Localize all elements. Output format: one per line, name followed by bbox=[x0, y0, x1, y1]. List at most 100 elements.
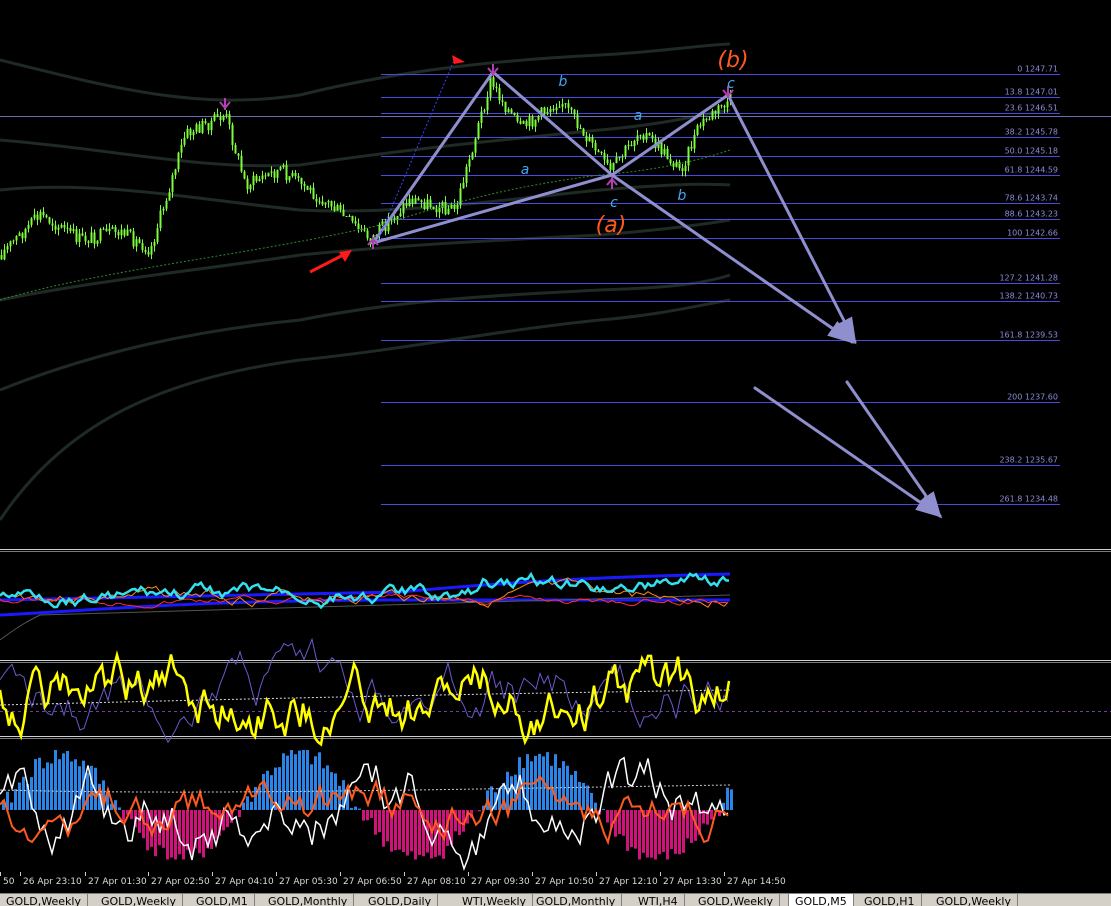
candle-body bbox=[292, 173, 294, 176]
histo-bar bbox=[250, 802, 253, 810]
candle-body bbox=[601, 152, 603, 153]
candle-body bbox=[316, 199, 318, 202]
candle-body bbox=[301, 178, 303, 184]
candle-body bbox=[712, 111, 714, 120]
candle-body bbox=[661, 142, 663, 154]
candle-body bbox=[25, 229, 27, 238]
tab-2[interactable]: GOLD,M1 bbox=[190, 894, 255, 906]
tab-5[interactable]: WTI,Weekly bbox=[456, 894, 533, 906]
histo-bar bbox=[622, 810, 625, 836]
candle-body bbox=[193, 132, 195, 135]
candle-body bbox=[238, 154, 240, 156]
red-flag bbox=[452, 55, 465, 64]
candle-body bbox=[442, 202, 444, 208]
candle-body bbox=[394, 218, 396, 220]
candle-body bbox=[181, 145, 183, 153]
histo-bar bbox=[178, 810, 181, 854]
candle-body bbox=[247, 179, 249, 190]
candle-body bbox=[250, 185, 252, 189]
tab-11[interactable]: GOLD,Weekly bbox=[930, 894, 1018, 906]
candle-body bbox=[421, 200, 423, 202]
histo-bar bbox=[282, 753, 285, 810]
candle-body bbox=[499, 88, 501, 100]
histo-bar bbox=[38, 758, 41, 810]
candle-body bbox=[697, 125, 699, 134]
candle-body bbox=[190, 129, 192, 135]
candle-body bbox=[265, 175, 267, 176]
candle-body bbox=[196, 124, 198, 131]
candle-body bbox=[553, 109, 555, 110]
candle-body bbox=[136, 239, 138, 246]
candle-body bbox=[481, 112, 483, 123]
histo-bar bbox=[382, 810, 385, 847]
candle-body bbox=[451, 205, 453, 209]
tab-1[interactable]: GOLD,Weekly bbox=[95, 894, 183, 906]
chart-area[interactable]: 0 1247.7113.8 1247.0123.6 1246.5138.2 12… bbox=[0, 0, 1111, 905]
tab-8[interactable]: GOLD,Weekly bbox=[692, 894, 780, 906]
candle-body bbox=[493, 77, 495, 87]
histo-bar bbox=[538, 754, 541, 810]
histo-bar bbox=[46, 762, 49, 810]
candle-body bbox=[409, 199, 411, 206]
candle-body bbox=[586, 136, 588, 141]
fib-label-14: 261.8 1234.48 bbox=[999, 495, 1058, 504]
tab-7[interactable]: WTI,H4 bbox=[632, 894, 685, 906]
pane1-mid-band bbox=[0, 595, 730, 640]
candle-body bbox=[175, 169, 177, 175]
candle-body bbox=[574, 109, 576, 114]
fib-label-3: 38.2 1245.78 bbox=[1005, 128, 1058, 137]
band-0 bbox=[0, 44, 730, 100]
candle-body bbox=[505, 102, 507, 112]
histo-bar bbox=[374, 810, 377, 835]
x-tick-label-2: 27 Apr 01:30 bbox=[88, 877, 147, 887]
histo-bar bbox=[62, 753, 65, 810]
candle-body bbox=[151, 246, 153, 255]
candle-body bbox=[709, 119, 711, 120]
candle-body bbox=[133, 231, 135, 246]
candle-body bbox=[403, 204, 405, 214]
candle-body bbox=[157, 228, 159, 242]
candle-body bbox=[130, 230, 132, 232]
candle-body bbox=[358, 224, 360, 229]
candle-body bbox=[79, 233, 81, 242]
candle-body bbox=[664, 149, 666, 155]
tab-4[interactable]: GOLD,Daily bbox=[362, 894, 438, 906]
candle-body bbox=[16, 236, 18, 241]
histo-bar bbox=[122, 810, 125, 821]
candle-body bbox=[91, 232, 93, 242]
candle-body bbox=[589, 137, 591, 141]
tab-6[interactable]: GOLD,Monthly bbox=[530, 894, 622, 906]
tab-10[interactable]: GOLD,H1 bbox=[858, 894, 922, 906]
candle-body bbox=[613, 163, 615, 170]
candle-body bbox=[595, 143, 597, 151]
candle-body bbox=[598, 150, 600, 151]
histo-bar bbox=[546, 752, 549, 810]
candle-body bbox=[514, 113, 516, 115]
candle-body bbox=[82, 233, 84, 235]
candle-body bbox=[577, 114, 579, 128]
candle-body bbox=[88, 241, 90, 243]
candle-body bbox=[469, 159, 471, 166]
fib-label-2: 23.6 1246.51 bbox=[1005, 104, 1058, 113]
candle-body bbox=[109, 229, 111, 231]
candle-body bbox=[397, 216, 399, 219]
candle-body bbox=[604, 153, 606, 159]
histo-bar bbox=[414, 810, 417, 860]
candle-body bbox=[208, 123, 210, 130]
histo-bar bbox=[22, 777, 25, 810]
histo-bar bbox=[402, 810, 405, 852]
candle-body bbox=[616, 157, 618, 163]
histo-bar bbox=[410, 810, 413, 851]
candle-body bbox=[334, 207, 336, 211]
candle-body bbox=[40, 212, 42, 220]
tab-3[interactable]: GOLD,Monthly bbox=[262, 894, 354, 906]
chart-tabs: GOLD,Weekly GOLD,Weekly GOLD,M1 GOLD,Monthl… bbox=[0, 893, 1111, 906]
histo-bar bbox=[606, 810, 609, 823]
candle-body bbox=[220, 117, 222, 120]
candle-body bbox=[313, 188, 315, 199]
candle-body bbox=[727, 101, 729, 107]
tab-0[interactable]: GOLD,Weekly bbox=[0, 894, 88, 906]
tab-9[interactable]: GOLD,M5 bbox=[788, 894, 854, 906]
candle-body bbox=[715, 111, 717, 114]
candle-body bbox=[475, 139, 477, 153]
